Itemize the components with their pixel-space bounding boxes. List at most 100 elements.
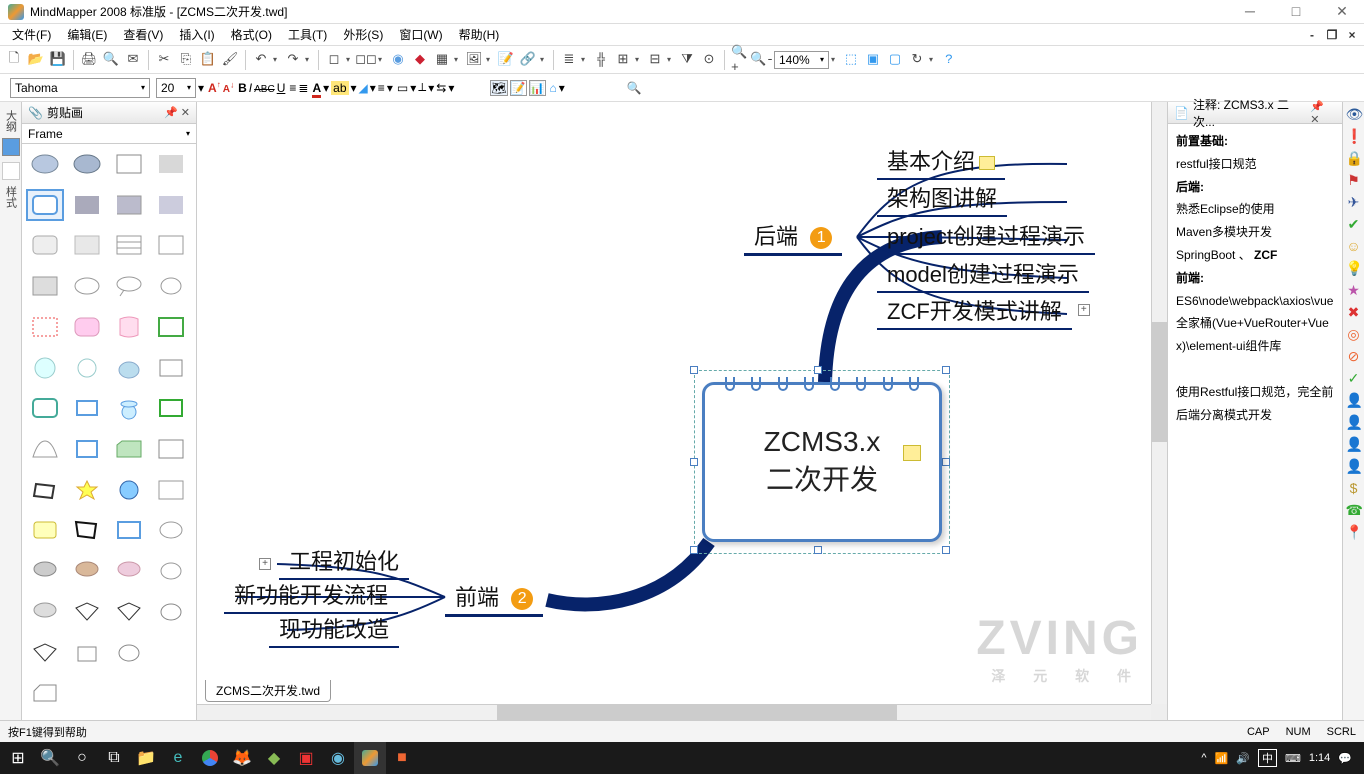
document-tab[interactable]: ZCMS二次开发.twd bbox=[205, 680, 331, 702]
layout-button[interactable]: ╬ bbox=[591, 50, 611, 70]
direction-button[interactable]: ⇆ bbox=[436, 81, 446, 95]
menu-window[interactable]: 窗口(W) bbox=[391, 24, 450, 45]
node-frontend-child[interactable]: 现功能改造 bbox=[269, 610, 399, 648]
shape-item[interactable] bbox=[68, 148, 106, 180]
mdi-minimize[interactable]: - bbox=[1304, 28, 1320, 42]
paste-button[interactable]: 📋 bbox=[198, 50, 218, 70]
redo-button[interactable]: ↷ bbox=[283, 50, 303, 70]
format-painter-button[interactable]: 🖌 bbox=[220, 50, 240, 70]
tray-net[interactable]: 📶 bbox=[1215, 752, 1229, 765]
bold-button[interactable]: B bbox=[238, 81, 247, 95]
align-left-button[interactable]: ≡ bbox=[289, 81, 296, 95]
font-select[interactable]: Tahoma▾ bbox=[10, 78, 150, 98]
node-backend-child[interactable]: project创建过程演示 bbox=[877, 217, 1095, 255]
menu-format[interactable]: 格式(O) bbox=[223, 24, 280, 45]
save-button[interactable]: 💾 bbox=[48, 50, 68, 70]
task-chrome[interactable] bbox=[194, 742, 226, 774]
right-icon-exclaim[interactable]: ❗ bbox=[1346, 128, 1362, 144]
image-button[interactable]: 🖼 bbox=[464, 50, 484, 70]
node-backend-child[interactable]: 架构图讲解 bbox=[877, 179, 1007, 217]
task-app2[interactable]: ▣ bbox=[290, 742, 322, 774]
shape-item[interactable] bbox=[152, 352, 190, 384]
underline-button[interactable]: U bbox=[277, 81, 286, 95]
canvas[interactable]: ZVING 泽 元 软 件 后端 1 bbox=[197, 102, 1151, 704]
menu-insert[interactable]: 插入(I) bbox=[171, 24, 222, 45]
topic-button[interactable]: ◻ bbox=[324, 50, 344, 70]
undo-button[interactable]: ↶ bbox=[251, 50, 271, 70]
home-button[interactable]: ⌂ bbox=[550, 81, 557, 95]
shape-category-dropdown[interactable]: Frame ▾ bbox=[22, 124, 196, 144]
shape-item[interactable] bbox=[110, 352, 148, 384]
shape-item[interactable] bbox=[110, 474, 148, 506]
shape-item[interactable] bbox=[152, 229, 190, 261]
resize-handle[interactable] bbox=[942, 366, 950, 374]
note-icon[interactable] bbox=[903, 445, 921, 461]
shape-item[interactable] bbox=[26, 270, 64, 302]
branch-button[interactable]: ⟂ bbox=[418, 80, 426, 95]
resize-handle[interactable] bbox=[690, 546, 698, 554]
right-icon-bulb[interactable]: 💡 bbox=[1346, 260, 1362, 276]
focus-button[interactable]: ⊙ bbox=[699, 50, 719, 70]
task-app4[interactable]: ■ bbox=[386, 742, 418, 774]
undo-dropdown[interactable]: ▾ bbox=[273, 55, 281, 64]
tray-up[interactable]: ^ bbox=[1201, 752, 1206, 764]
shape-item[interactable] bbox=[26, 352, 64, 384]
shape-item[interactable] bbox=[152, 189, 190, 221]
menu-tools[interactable]: 工具(T) bbox=[280, 24, 335, 45]
shape-item[interactable] bbox=[68, 270, 106, 302]
shape-item[interactable] bbox=[110, 148, 148, 180]
node-backend[interactable]: 后端 1 bbox=[744, 217, 842, 256]
shape-item[interactable] bbox=[68, 514, 106, 546]
shape-item[interactable] bbox=[110, 514, 148, 546]
shape-item[interactable] bbox=[26, 433, 64, 465]
tray-time[interactable]: 1:14 bbox=[1309, 752, 1330, 764]
shape-item[interactable] bbox=[152, 596, 190, 628]
font-color-button[interactable]: A bbox=[312, 81, 321, 95]
right-icon-money[interactable]: $ bbox=[1346, 480, 1362, 496]
right-icon-star[interactable]: ★ bbox=[1346, 282, 1362, 298]
shape-item[interactable] bbox=[68, 433, 106, 465]
right-icon-lock[interactable]: 🔒 bbox=[1346, 150, 1362, 166]
shape-item-selected[interactable] bbox=[26, 189, 64, 221]
shape-item[interactable] bbox=[26, 148, 64, 180]
resize-handle[interactable] bbox=[690, 458, 698, 466]
note-button[interactable]: 📝 bbox=[496, 50, 516, 70]
close-button[interactable]: ✕ bbox=[1328, 3, 1356, 20]
shape-item[interactable] bbox=[152, 514, 190, 546]
tray-ime[interactable]: 中 bbox=[1258, 749, 1277, 767]
right-icon-person4[interactable]: 👤 bbox=[1346, 458, 1362, 474]
callout-button[interactable]: ◉ bbox=[388, 50, 408, 70]
task-explorer[interactable]: 📁 bbox=[130, 742, 162, 774]
panel-pin[interactable]: 📌 ✕ bbox=[164, 106, 190, 119]
panel-pin[interactable]: 📌 ✕ bbox=[1310, 100, 1336, 126]
shape-item[interactable] bbox=[110, 270, 148, 302]
cut-button[interactable]: ✂ bbox=[154, 50, 174, 70]
copy-button[interactable]: ⎘ bbox=[176, 50, 196, 70]
help-button[interactable]: ? bbox=[939, 50, 959, 70]
zoom-select[interactable]: 140%▾ bbox=[774, 51, 829, 69]
menu-edit[interactable]: 编辑(E) bbox=[59, 24, 115, 45]
shape-item[interactable] bbox=[26, 677, 64, 709]
redo-dropdown[interactable]: ▾ bbox=[305, 55, 313, 64]
expand-toggle[interactable]: + bbox=[1078, 304, 1090, 316]
node-backend-child[interactable]: model创建过程演示 bbox=[877, 255, 1089, 293]
mdi-restore[interactable]: ❐ bbox=[1324, 28, 1340, 42]
shape-item[interactable] bbox=[68, 596, 106, 628]
shape-item[interactable] bbox=[26, 392, 64, 424]
italic-button[interactable]: I bbox=[249, 81, 252, 95]
left-tab-label2[interactable]: 样式 bbox=[3, 186, 19, 208]
filter-button[interactable]: ⧩ bbox=[677, 50, 697, 70]
new-button[interactable]: 🗋 bbox=[4, 50, 24, 70]
shape-item[interactable] bbox=[110, 229, 148, 261]
tray-kb[interactable]: ⌨ bbox=[1285, 752, 1301, 765]
task-cortana[interactable]: ○ bbox=[66, 742, 98, 774]
right-icon-eye[interactable]: 👁 bbox=[1346, 106, 1362, 122]
shape-item[interactable] bbox=[110, 555, 148, 587]
preview-button[interactable]: 🔍 bbox=[101, 50, 121, 70]
shape-item[interactable] bbox=[68, 555, 106, 587]
node-central[interactable]: ZCMS3.x 二次开发 bbox=[702, 382, 942, 542]
shape-item[interactable] bbox=[68, 392, 106, 424]
task-edge[interactable]: e bbox=[162, 742, 194, 774]
shape-item[interactable] bbox=[26, 637, 64, 669]
email-button[interactable]: ✉ bbox=[123, 50, 143, 70]
